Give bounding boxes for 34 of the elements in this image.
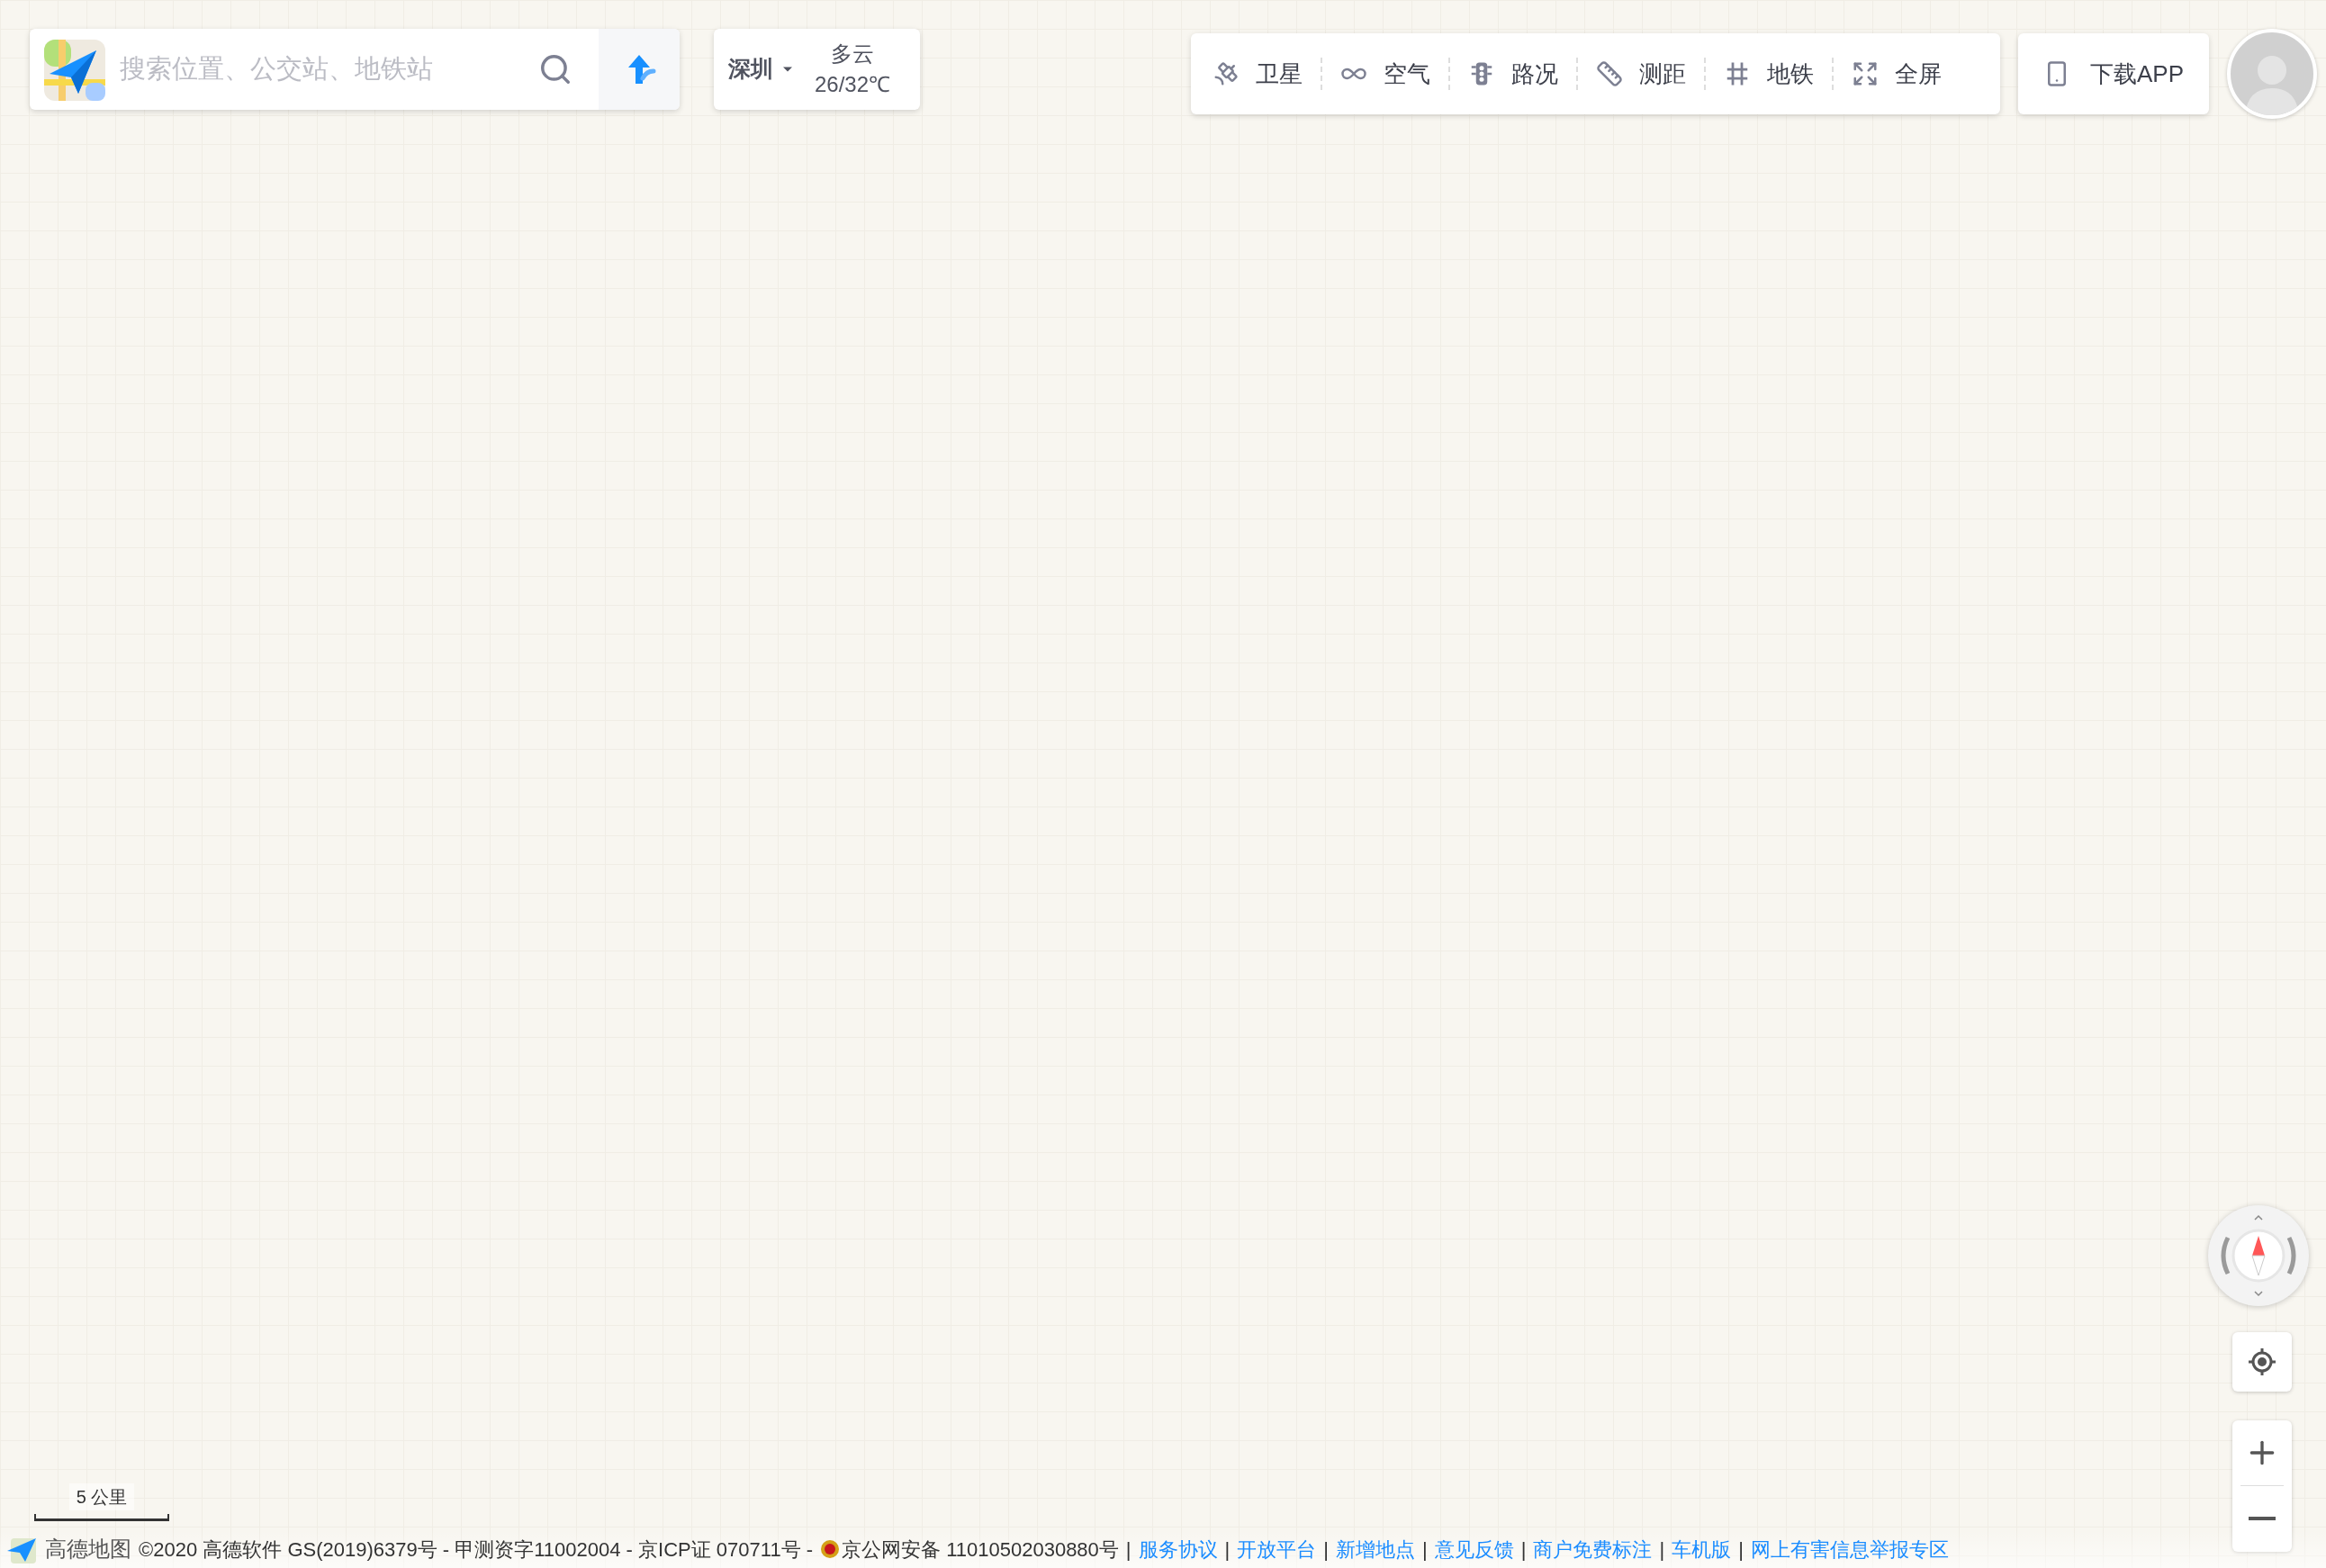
police-record-text: 京公网安备 11010502030880号 — [842, 1536, 1119, 1563]
separator: | — [1125, 1536, 1131, 1563]
search-bar[interactable]: 搜索位置、公交站、地铁站 — [30, 29, 680, 110]
separator: | — [1224, 1536, 1231, 1563]
ruler-icon — [1596, 60, 1623, 87]
police-badge-icon — [820, 1538, 841, 1560]
search-icon — [538, 52, 572, 86]
toolbar-button[interactable]: 测距 — [1596, 56, 1686, 92]
download-app-button[interactable]: 下载APP — [2018, 33, 2210, 114]
route-button[interactable] — [599, 29, 680, 110]
city-dropdown[interactable]: 深圳 — [728, 52, 797, 86]
locate-button[interactable] — [2232, 1332, 2292, 1392]
separator: | — [1520, 1536, 1527, 1563]
weather-condition: 多云 — [831, 41, 875, 68]
scale-label: 5 公里 — [68, 1483, 135, 1510]
fullscreen-icon — [1852, 60, 1879, 87]
separator: | — [1659, 1536, 1665, 1563]
temperature-range: 26/32℃ — [815, 71, 891, 98]
toolbar-button[interactable]: 空气 — [1340, 56, 1430, 92]
separator: | — [1738, 1536, 1744, 1563]
compass-control[interactable] — [2208, 1205, 2309, 1306]
minus-icon — [2249, 1517, 2276, 1520]
copyright-text: ©2020 高德软件 GS(2019)6379号 - 甲测资字11002004 - 京ICP证 070711号 - — [139, 1536, 814, 1563]
toolbar-button[interactable]: 卫星 — [1213, 56, 1303, 92]
toolbar-button[interactable]: 路况 — [1468, 56, 1558, 92]
satellite-icon — [1213, 60, 1240, 87]
logo-text: 高德地图 — [45, 1536, 131, 1563]
locate-icon — [2247, 1347, 2277, 1377]
separator: | — [1323, 1536, 1329, 1563]
toolbar-button[interactable]: 全屏 — [1852, 56, 1942, 92]
toolbar-button[interactable]: 地铁 — [1724, 56, 1814, 92]
search-field[interactable]: 搜索位置、公交站、地铁站 — [120, 29, 528, 110]
separator: | — [1422, 1536, 1428, 1563]
map-logo-icon[interactable] — [44, 40, 105, 101]
